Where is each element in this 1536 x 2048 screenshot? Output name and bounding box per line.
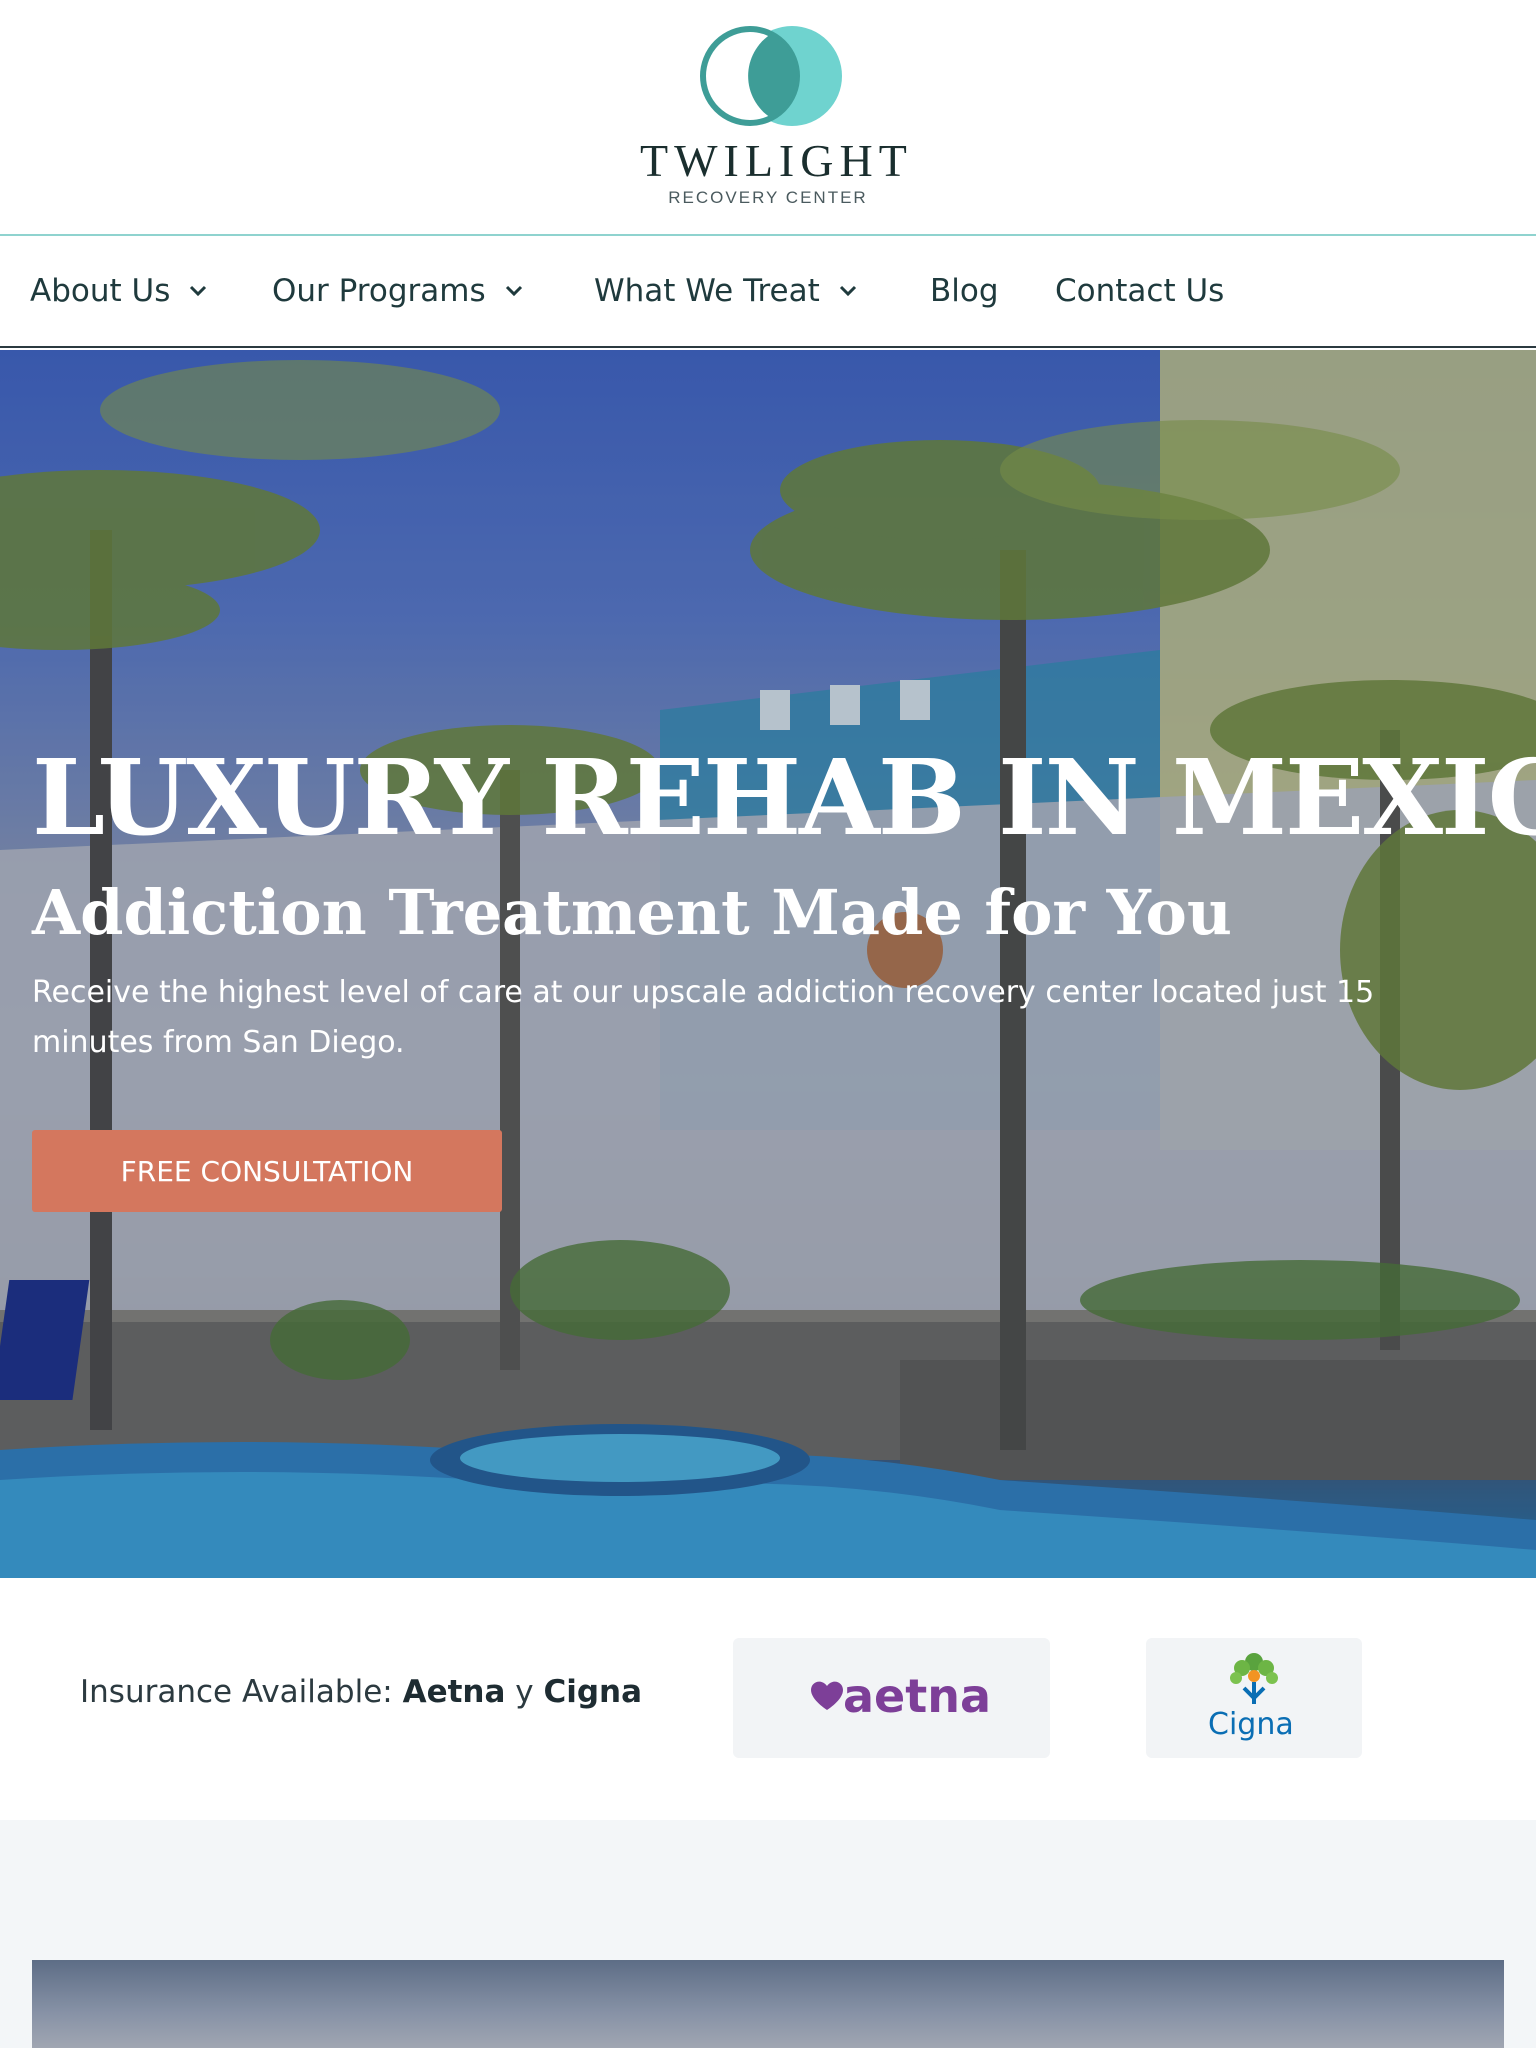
nav-item-label: Our Programs [272, 273, 486, 309]
logo-circles-icon [700, 26, 842, 126]
main-nav: About Us Our Programs What We Treat Blog… [0, 236, 1536, 348]
cigna-logo-text: Cigna [1208, 1707, 1294, 1742]
nav-item-about-us[interactable]: About Us [30, 236, 208, 346]
insurance-joiner: y [505, 1674, 544, 1710]
nav-item-blog[interactable]: Blog [930, 236, 999, 346]
nav-item-what-we-treat[interactable]: What We Treat [594, 236, 858, 346]
chevron-down-icon [839, 285, 856, 297]
site-header: TWILIGHT RECOVERY CENTER [0, 0, 1536, 234]
insurance-provider-cigna: Cigna [543, 1674, 643, 1710]
nav-item-our-programs[interactable]: Our Programs [272, 236, 524, 346]
logo-wordmark: TWILIGHT [640, 135, 913, 186]
site-logo[interactable]: TWILIGHT RECOVERY CENTER [640, 24, 913, 214]
insurance-text: Insurance Available: Aetna y Cigna [80, 1674, 642, 1710]
nav-item-contact-us[interactable]: Contact Us [1055, 236, 1224, 346]
aetna-logo-text: aetna [843, 1669, 991, 1723]
aetna-logo: aetna [811, 1669, 991, 1723]
insurance-provider-aetna: Aetna [402, 1674, 506, 1710]
hero-subtitle: Addiction Treatment Made for You [32, 876, 1232, 949]
insurance-prefix: Insurance Available: [80, 1674, 403, 1710]
chevron-down-icon [505, 285, 522, 297]
cigna-logo-card: Cigna [1146, 1638, 1362, 1758]
cigna-tree-icon [1230, 1653, 1278, 1704]
logo-tagline: RECOVERY CENTER [668, 188, 868, 207]
section-image [32, 1960, 1504, 2048]
free-consultation-button[interactable]: FREE CONSULTATION [32, 1130, 502, 1212]
insurance-section: Insurance Available: Aetna y Cigna aetna… [0, 1578, 1536, 1820]
hero-overlay [0, 350, 1536, 1578]
nav-item-label: Blog [930, 273, 999, 309]
hero-title: LUXURY REHAB IN MEXICO [32, 736, 1536, 859]
nav-item-label: Contact Us [1055, 273, 1225, 309]
hero-section: LUXURY REHAB IN MEXICO Addiction Treatme… [0, 350, 1536, 1578]
aetna-logo-card: aetna [733, 1638, 1050, 1758]
nav-item-label: About Us [30, 273, 171, 309]
hero-description: Receive the highest level of care at our… [32, 975, 1375, 1060]
nav-item-label: What We Treat [594, 273, 820, 309]
cigna-logo: Cigna [1208, 1653, 1294, 1742]
next-section [0, 1820, 1536, 2048]
chevron-down-icon [190, 285, 207, 297]
